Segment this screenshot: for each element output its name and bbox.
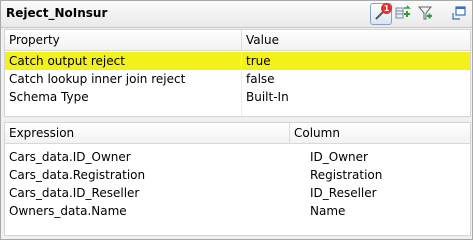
expression-cell[interactable]: Cars_data.Registration [5,166,289,184]
title-bar: Reject_NoInsur 1 [1,1,472,28]
expression-column-header[interactable]: Expression [5,123,289,143]
column-cell: Registration [310,168,383,182]
value-column-header[interactable]: Value [242,30,470,50]
property-column-header[interactable]: Property [5,30,241,50]
property-row[interactable]: Catch lookup inner join reject false [5,70,470,88]
error-count-badge: 1 [381,3,392,14]
property-value[interactable]: Built-In [242,88,470,106]
output-table-panel: Reject_NoInsur 1 Property Value Catch ou… [0,0,473,240]
expression-cell[interactable]: Owners_data.Name [5,202,289,220]
properties-table: Property Value Catch output reject true … [4,29,471,117]
property-name: Schema Type [9,90,89,104]
add-row-icon [395,4,411,24]
panel-title: Reject_NoInsur [6,6,108,20]
expression-cell[interactable]: Cars_data.ID_Owner [5,148,289,166]
expand-icon [451,5,467,24]
column-cell: Name [310,204,346,218]
expression-row[interactable]: Cars_data.ID_Owner ID_Owner [5,148,470,166]
property-name: Catch lookup inner join reject [9,72,186,86]
expression-header: Expression Column [5,123,470,144]
error-filter-icon: 1 [373,3,392,22]
property-value[interactable]: true [242,52,470,70]
expression-row[interactable]: Cars_data.Registration Registration [5,166,470,184]
properties-header: Property Value [5,30,470,51]
property-row[interactable]: Catch output reject true [5,52,470,70]
column-column-header[interactable]: Column [290,123,470,143]
expression-row[interactable]: Cars_data.ID_Reseller ID_Reseller [5,184,470,202]
column-cell: ID_Reseller [310,186,377,200]
error-filter-button[interactable]: 1 [370,3,392,25]
filter-button[interactable] [415,4,435,24]
expression-row[interactable]: Owners_data.Name Name [5,202,470,220]
property-row[interactable]: Schema Type Built-In [5,88,470,106]
property-value[interactable]: false [242,70,470,88]
column-cell: ID_Owner [310,150,368,164]
expression-cell[interactable]: Cars_data.ID_Reseller [5,184,289,202]
add-row-button[interactable] [393,4,413,24]
expand-button[interactable] [449,4,469,24]
property-name: Catch output reject [9,54,125,68]
expression-table: Expression Column Cars_data.ID_Owner ID_… [4,122,471,236]
filter-icon [417,5,433,24]
